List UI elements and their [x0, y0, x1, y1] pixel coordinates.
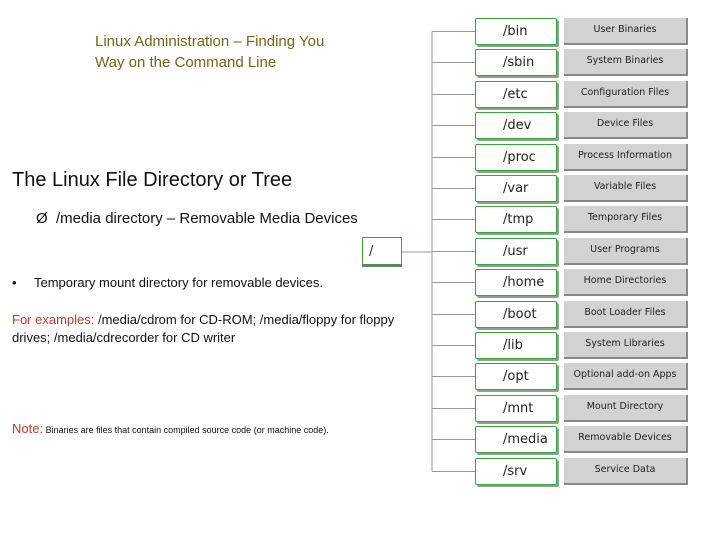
directory-node: /var	[475, 175, 557, 202]
directory-description: Removable Devices	[564, 426, 688, 453]
directory-description: Temporary Files	[564, 206, 688, 233]
root-directory-node: /	[362, 237, 402, 267]
examples-paragraph: For examples: /media/cdrom for CD-ROM; /…	[12, 311, 412, 347]
directory-node: /etc	[475, 81, 557, 108]
directory-node: /boot	[475, 301, 557, 328]
directory-node: /dev	[475, 112, 557, 139]
note-paragraph: Note: Binaries are files that contain co…	[12, 420, 329, 438]
directory-node: /mnt	[475, 395, 557, 422]
directory-description: Process Information	[564, 144, 688, 171]
directory-node: /proc	[475, 144, 557, 171]
directory-node: /srv	[475, 458, 557, 485]
directory-node: /home	[475, 269, 557, 296]
directory-node: /bin	[475, 18, 557, 45]
directory-node: /usr	[475, 238, 557, 265]
directory-node: /opt	[475, 363, 557, 390]
directory-node: /tmp	[475, 206, 557, 233]
directory-description: Configuration Files	[564, 81, 688, 108]
directory-description: Device Files	[564, 112, 688, 139]
directory-node: /sbin	[475, 49, 557, 76]
directory-description: User Binaries	[564, 18, 688, 45]
directory-description: Home Directories	[564, 269, 688, 296]
directory-description: User Programs	[564, 238, 688, 265]
bullet-point: • Temporary mount directory for removable…	[12, 275, 323, 290]
bullet-text: Temporary mount directory for removable …	[34, 275, 324, 290]
directory-node: /lib	[475, 332, 557, 359]
directory-node: /media	[475, 426, 557, 453]
directory-description: System Libraries	[564, 332, 688, 359]
directory-description: Mount Directory	[564, 395, 688, 422]
bullet-icon: •	[12, 275, 17, 290]
note-label: Note:	[12, 421, 44, 436]
directory-description: Boot Loader Files	[564, 301, 688, 328]
note-text: Binaries are files that contain compiled…	[43, 425, 329, 435]
directory-description: Service Data	[564, 458, 688, 485]
directory-description: Variable Files	[564, 175, 688, 202]
directory-description: System Binaries	[564, 49, 688, 76]
directory-description: Optional add-on Apps	[564, 363, 688, 390]
examples-label: For examples:	[12, 312, 95, 327]
